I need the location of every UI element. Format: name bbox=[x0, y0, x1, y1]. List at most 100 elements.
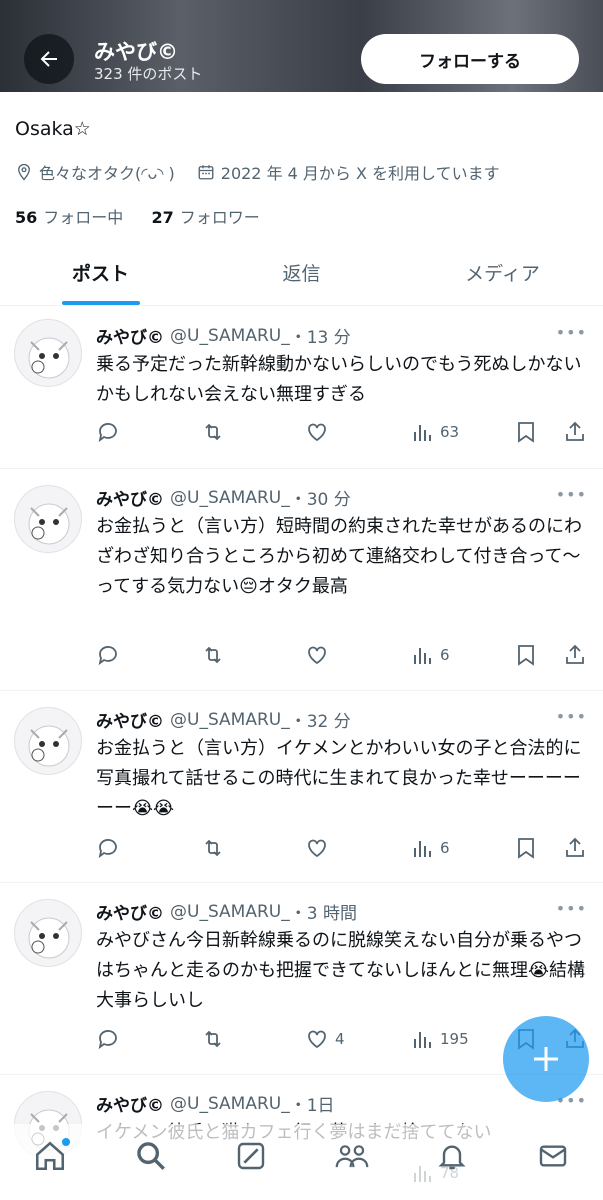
reply-button[interactable] bbox=[96, 836, 120, 860]
share-button[interactable] bbox=[563, 836, 587, 860]
views-button[interactable]: 6 bbox=[410, 643, 450, 667]
search-icon bbox=[137, 1142, 165, 1170]
messages-icon bbox=[539, 1145, 566, 1167]
nav-notifications[interactable] bbox=[422, 1136, 482, 1176]
tab-media[interactable]: メディア bbox=[402, 240, 603, 305]
bookmark-button[interactable] bbox=[515, 420, 537, 444]
repost-button[interactable] bbox=[201, 1027, 225, 1051]
post-author[interactable]: みやび© bbox=[96, 485, 164, 510]
nav-search[interactable] bbox=[121, 1136, 181, 1176]
repost-icon bbox=[205, 839, 221, 857]
share-icon bbox=[566, 644, 584, 664]
share-button[interactable] bbox=[563, 643, 587, 667]
views-icon bbox=[414, 425, 431, 441]
post-author[interactable]: みやび© bbox=[96, 1091, 164, 1116]
reply-button[interactable] bbox=[96, 643, 120, 667]
post-handle: @U_SAMARU_ bbox=[170, 325, 290, 346]
reply-button[interactable] bbox=[96, 1027, 120, 1051]
avatar[interactable] bbox=[14, 485, 82, 553]
repost-button[interactable] bbox=[201, 420, 225, 444]
header-name: みやび© bbox=[94, 40, 178, 64]
profile-bio: Osaka☆ bbox=[15, 118, 91, 140]
more-icon[interactable]: ••• bbox=[556, 899, 587, 918]
bookmark-button[interactable] bbox=[515, 643, 537, 667]
post-time: ・1日 bbox=[289, 1096, 335, 1116]
nav-communities[interactable] bbox=[322, 1136, 382, 1176]
post-time: ・32 分 bbox=[289, 712, 351, 732]
like-button[interactable] bbox=[305, 643, 335, 667]
repost-button[interactable] bbox=[201, 836, 225, 860]
header-post-count: 323 件のポスト bbox=[94, 65, 203, 83]
following-link[interactable]: 56 フォロー中 bbox=[15, 208, 123, 227]
profile-joined: 2022 年 4 月から X を利用しています bbox=[220, 164, 500, 183]
more-icon[interactable]: ••• bbox=[556, 707, 587, 726]
more-icon[interactable]: ••• bbox=[556, 323, 587, 342]
share-icon bbox=[566, 837, 584, 857]
back-button[interactable] bbox=[24, 34, 74, 84]
grok-icon bbox=[238, 1142, 265, 1170]
repost-icon bbox=[205, 646, 221, 664]
post-text: 乗る予定だった新幹線動かないらしいのでもう死ぬしかないかもしれない会えない無理す… bbox=[96, 354, 582, 405]
reply-button[interactable] bbox=[96, 420, 120, 444]
share-icon bbox=[566, 421, 584, 441]
reply-icon bbox=[98, 839, 117, 859]
avatar[interactable] bbox=[14, 899, 82, 967]
views-button[interactable]: 195 bbox=[410, 1027, 469, 1051]
more-icon[interactable]: ••• bbox=[556, 485, 587, 504]
repost-button[interactable] bbox=[201, 643, 225, 667]
repost-icon bbox=[205, 423, 221, 441]
post-item[interactable]: みやび© @U_SAMARU_ ・13 分 ••• 乗る予定だった新幹線動かない… bbox=[0, 307, 603, 469]
post-handle: @U_SAMARU_ bbox=[170, 487, 290, 508]
follow-button[interactable]: フォローする bbox=[361, 34, 579, 84]
post-handle: @U_SAMARU_ bbox=[170, 901, 290, 922]
nav-home[interactable] bbox=[20, 1136, 80, 1176]
views-icon bbox=[414, 648, 431, 664]
post-author[interactable]: みやび© bbox=[96, 707, 164, 732]
views-icon bbox=[414, 1032, 431, 1048]
like-button[interactable]: 4 bbox=[305, 1027, 345, 1051]
tab-replies[interactable]: 返信 bbox=[201, 240, 402, 305]
post-author[interactable]: みやび© bbox=[96, 323, 164, 348]
views-button[interactable]: 6 bbox=[410, 836, 450, 860]
post-time: ・30 分 bbox=[289, 490, 351, 510]
post-item[interactable]: みやび© @U_SAMARU_ ・32 分 ••• お金払うと（言い方）イケメン… bbox=[0, 691, 603, 883]
views-icon bbox=[414, 841, 431, 857]
post-actions: 6 bbox=[96, 836, 592, 866]
post-handle: @U_SAMARU_ bbox=[170, 1093, 290, 1114]
share-button[interactable] bbox=[563, 420, 587, 444]
bookmark-icon bbox=[518, 422, 534, 443]
bookmark-icon bbox=[518, 838, 534, 859]
profile-header-banner: みやび© 323 件のポスト フォローする bbox=[0, 0, 603, 92]
bookmark-button[interactable] bbox=[515, 836, 537, 860]
followers-link[interactable]: 27 フォロワー bbox=[151, 208, 259, 227]
reply-icon bbox=[98, 646, 117, 666]
post-header: みやび© @U_SAMARU_ ・13 分 bbox=[96, 323, 351, 349]
avatar[interactable] bbox=[14, 707, 82, 775]
like-button[interactable] bbox=[305, 420, 335, 444]
post-text: みやびさん今日新幹線乗るのに脱線笑えない自分が乗るやつはちゃんと走るのかも把握で… bbox=[96, 930, 586, 1011]
nav-messages[interactable] bbox=[523, 1136, 583, 1176]
post-item[interactable]: みやび© @U_SAMARU_ ・30 分 ••• お金払うと（言い方）短時間の… bbox=[0, 469, 603, 691]
tab-posts[interactable]: ポスト bbox=[0, 240, 201, 305]
avatar[interactable] bbox=[14, 319, 82, 387]
bottom-nav bbox=[0, 1124, 603, 1200]
reply-icon bbox=[98, 1030, 117, 1050]
profile-meta: 色々なオタク(◜ᴗ◝ ) 2022 年 4 月から X を利用しています bbox=[15, 160, 522, 184]
post-actions: 63 bbox=[96, 420, 592, 450]
post-actions: 6 bbox=[96, 643, 592, 673]
like-icon bbox=[308, 1030, 326, 1049]
like-icon bbox=[308, 423, 326, 442]
location-icon bbox=[15, 163, 33, 181]
bookmark-icon bbox=[518, 645, 534, 666]
nav-grok[interactable] bbox=[221, 1136, 281, 1176]
post-header: みやび© @U_SAMARU_ ・1日 bbox=[96, 1091, 335, 1117]
compose-button[interactable] bbox=[503, 1016, 589, 1102]
post-time: ・13 分 bbox=[289, 328, 351, 348]
repost-icon bbox=[205, 1030, 221, 1048]
profile-tabs: ポスト 返信 メディア bbox=[0, 240, 603, 306]
post-author[interactable]: みやび© bbox=[96, 899, 164, 924]
like-button[interactable] bbox=[305, 836, 335, 860]
views-button[interactable]: 63 bbox=[410, 420, 459, 444]
post-header: みやび© @U_SAMARU_ ・32 分 bbox=[96, 707, 351, 733]
post-text: お金払うと（言い方）イケメンとかわいい女の子と合法的に写真撮れて話せるこの時代に… bbox=[96, 738, 582, 819]
